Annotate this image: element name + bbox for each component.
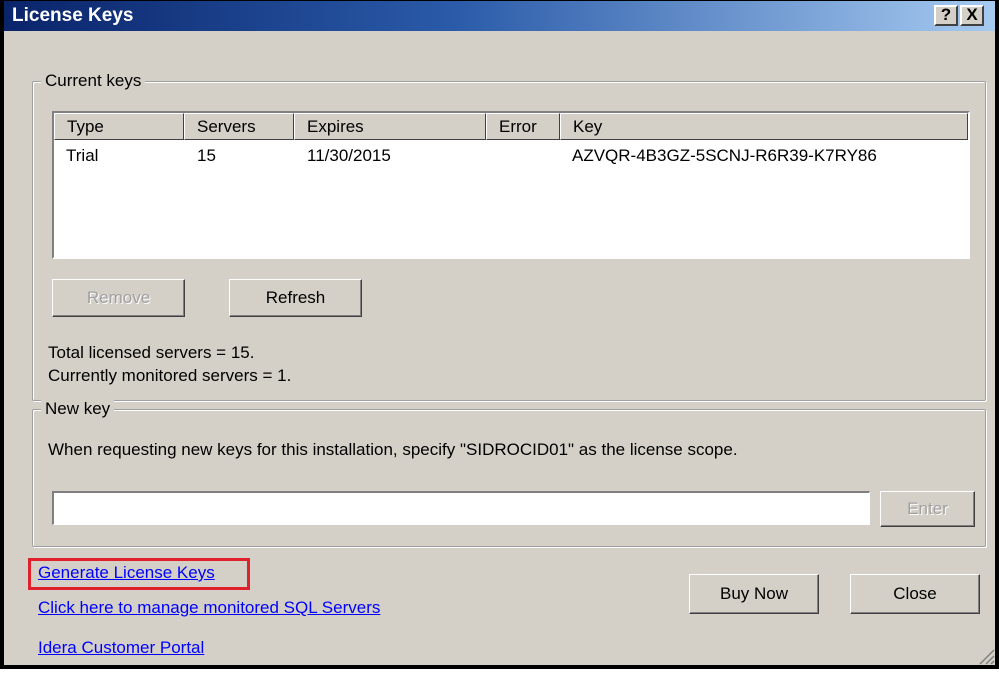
cell-expires: 11/30/2015 xyxy=(307,146,391,165)
close-window-button[interactable]: X xyxy=(960,5,984,26)
manage-monitored-servers-link[interactable]: Click here to manage monitored SQL Serve… xyxy=(38,598,380,618)
license-keys-dialog: License Keys ? X Current keys Type Serve… xyxy=(0,0,999,669)
window-title: License Keys xyxy=(12,5,134,26)
new-key-group: New key xyxy=(32,399,986,547)
remove-button[interactable]: Remove xyxy=(52,279,185,317)
new-key-legend: New key xyxy=(41,399,115,419)
keys-list[interactable]: Type Servers Expires Error Key Trial 15 … xyxy=(52,111,970,259)
currently-monitored-servers: Currently monitored servers = 1. xyxy=(48,366,292,385)
enter-button[interactable]: Enter xyxy=(880,491,975,527)
column-type[interactable]: Type xyxy=(54,113,184,140)
buy-now-button[interactable]: Buy Now xyxy=(689,574,819,614)
column-key[interactable]: Key xyxy=(560,113,968,140)
total-licensed-servers: Total licensed servers = 15. xyxy=(48,343,255,362)
cell-key: AZVQR-4B3GZ-5SCNJ-R6R39-K7RY86 xyxy=(572,146,877,165)
cell-type: Trial xyxy=(66,146,99,165)
refresh-button[interactable]: Refresh xyxy=(229,279,362,317)
title-bar[interactable]: License Keys ? X xyxy=(4,0,995,31)
keys-list-header: Type Servers Expires Error Key xyxy=(54,113,968,140)
current-keys-legend: Current keys xyxy=(41,71,146,91)
idera-customer-portal-link[interactable]: Idera Customer Portal xyxy=(38,638,204,658)
generate-license-keys-link[interactable]: Generate License Keys xyxy=(38,563,215,583)
new-key-input[interactable] xyxy=(52,491,870,525)
help-button[interactable]: ? xyxy=(934,5,958,26)
resize-grip-icon[interactable] xyxy=(975,645,995,665)
column-error[interactable]: Error xyxy=(486,113,560,140)
column-expires[interactable]: Expires xyxy=(294,113,486,140)
column-servers[interactable]: Servers xyxy=(184,113,294,140)
close-button[interactable]: Close xyxy=(850,574,980,614)
cell-servers: 15 xyxy=(197,146,216,165)
new-key-instruction: When requesting new keys for this instal… xyxy=(48,440,738,459)
